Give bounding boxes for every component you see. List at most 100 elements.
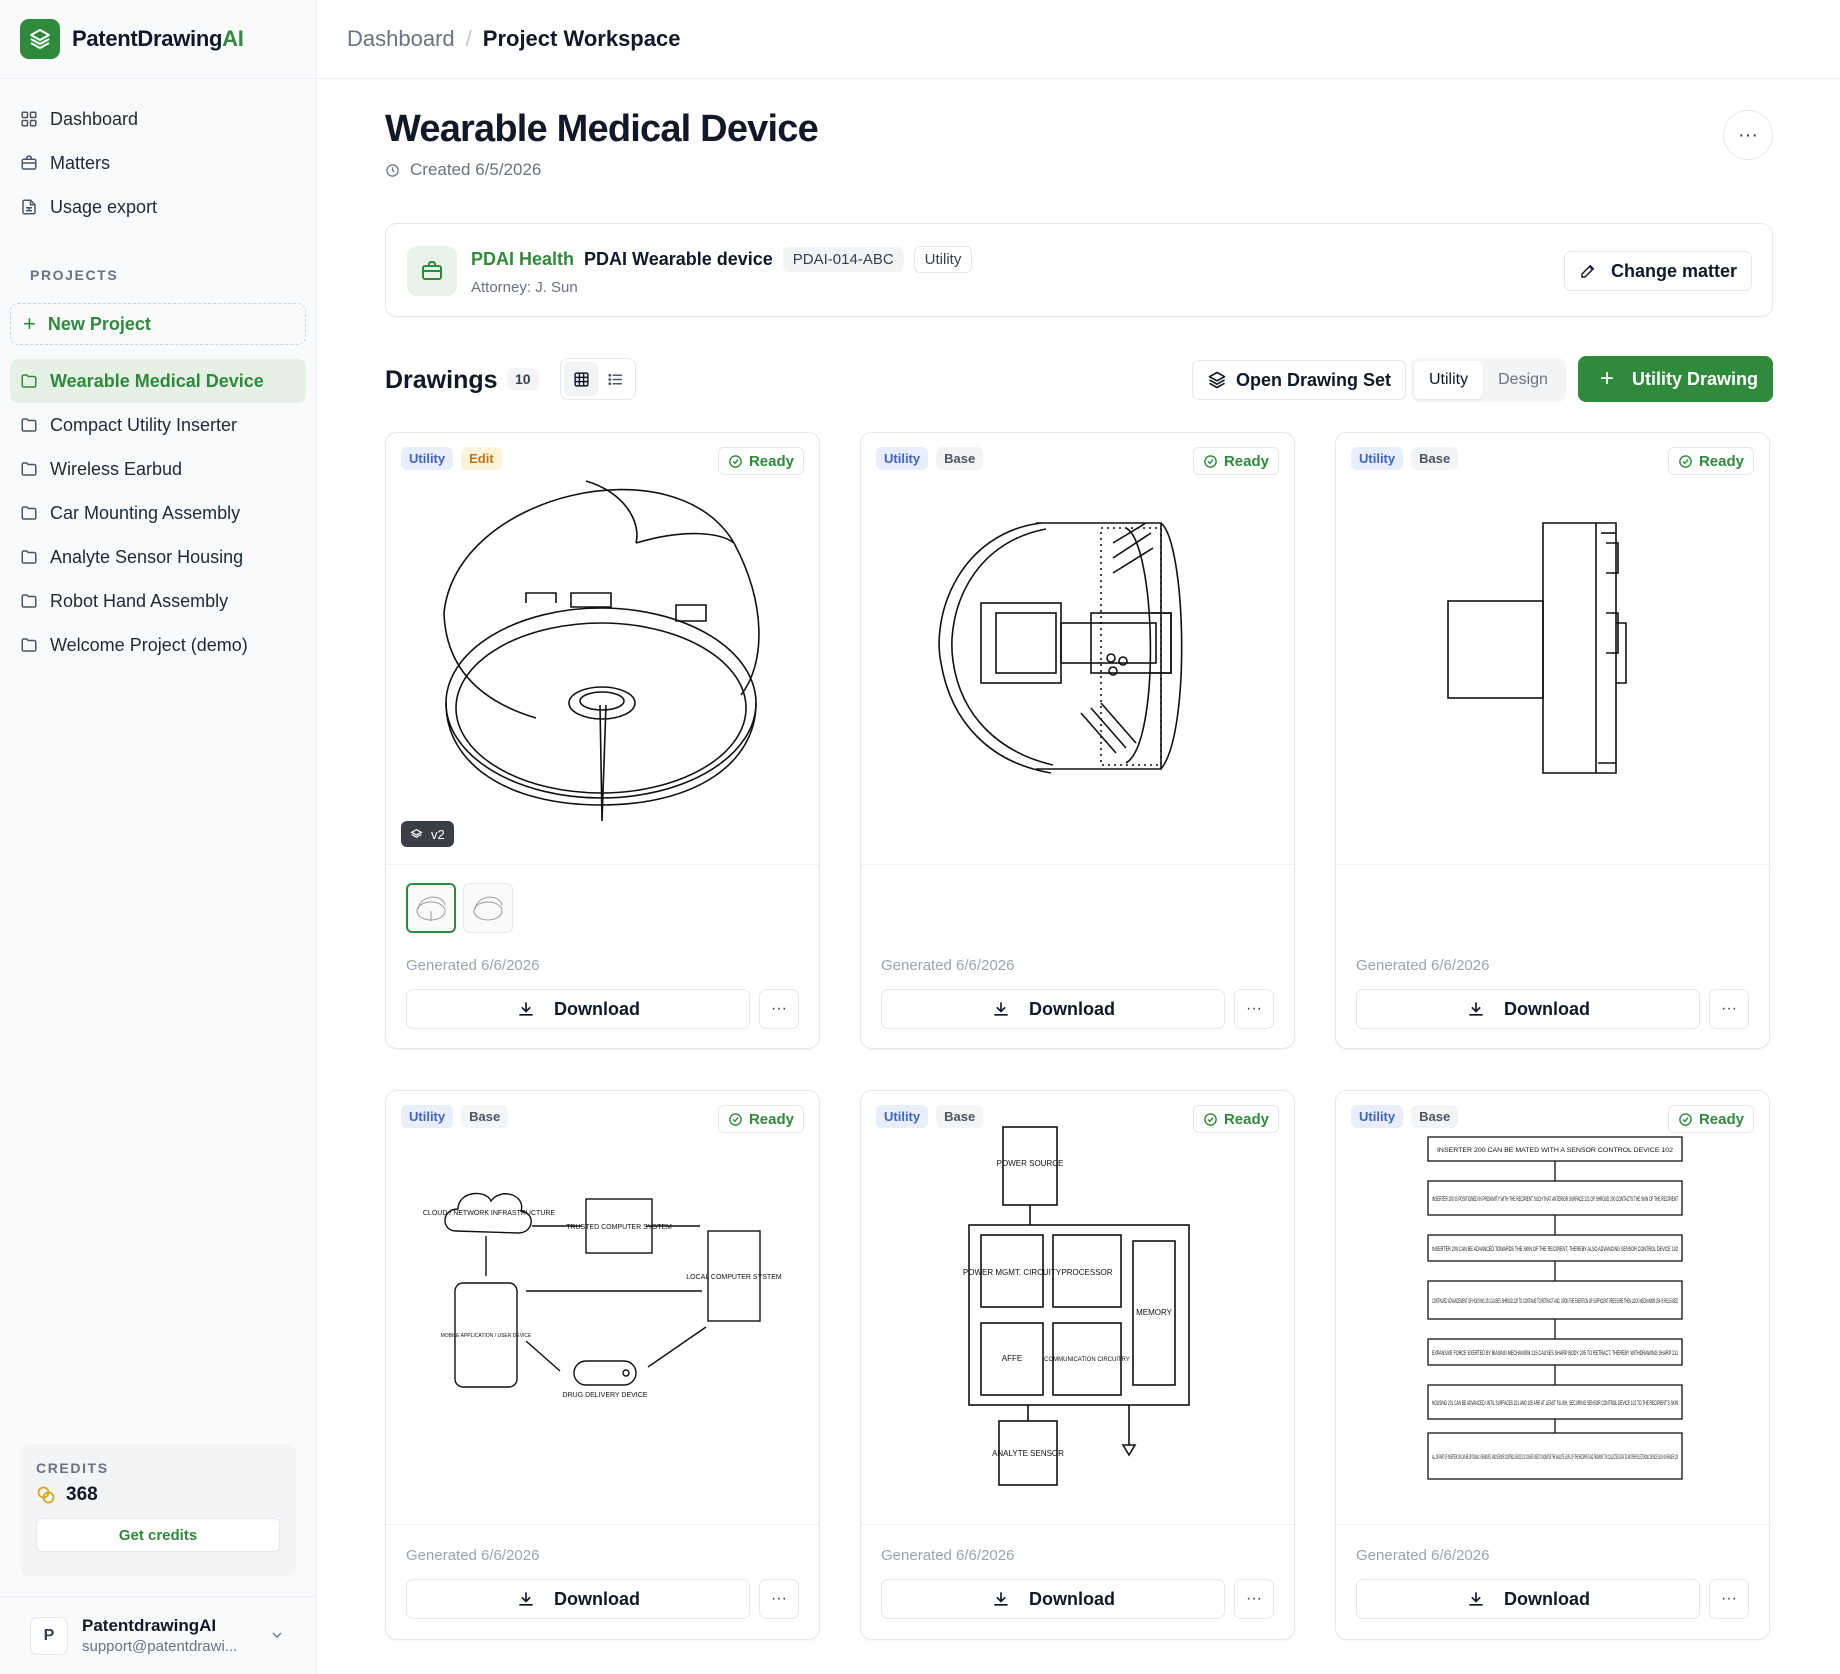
download-button[interactable]: Download	[406, 989, 750, 1029]
status-text: Ready	[749, 453, 794, 470]
page-title: Wearable Medical Device	[385, 108, 818, 151]
drawing-badges: Utility Base	[876, 447, 991, 470]
card-more-button[interactable]: ···	[759, 989, 799, 1029]
flow-step: HOUSING 201 CAN BE ADVANCED UNTIL SURFAC…	[1432, 1401, 1678, 1407]
nav-usage-export[interactable]: Usage export	[0, 185, 316, 229]
drawing-image[interactable]: INSERTER 200 CAN BE MATED WITH A SENSOR …	[1336, 1091, 1769, 1525]
drawing-card[interactable]: Utility Base Ready Generated 6/6/2026 Do…	[1335, 432, 1770, 1049]
download-button[interactable]: Download	[1356, 989, 1700, 1029]
download-button[interactable]: Download	[881, 989, 1225, 1029]
grid-view-icon	[573, 371, 590, 388]
status-text: Ready	[1224, 453, 1269, 470]
project-item-label: Analyte Sensor Housing	[50, 547, 243, 568]
nav-matters[interactable]: Matters	[0, 141, 316, 185]
folder-icon	[20, 548, 38, 566]
ellipsis-icon: ···	[1246, 1590, 1262, 1608]
card-more-button[interactable]: ···	[1234, 989, 1274, 1029]
segment-utility[interactable]: Utility	[1414, 361, 1483, 399]
drawing-image[interactable]: POWER SOURCE POWER MGMT. CIRCUITY PROCES…	[861, 1091, 1294, 1525]
brand[interactable]: PatentDrawingAI	[0, 0, 316, 79]
project-list: Wearable Medical Device Compact Utility …	[0, 359, 316, 667]
project-item[interactable]: Compact Utility Inserter	[10, 403, 306, 447]
ellipsis-icon: ···	[1721, 1590, 1737, 1608]
project-item[interactable]: Wireless Earbud	[10, 447, 306, 491]
matter-name: PDAI Wearable device	[584, 249, 773, 270]
download-button[interactable]: Download	[1356, 1579, 1700, 1619]
grid-view-button[interactable]	[564, 362, 598, 396]
drawing-badges: Utility Edit	[401, 447, 510, 470]
diagram-label: POWER MGMT. CIRCUITY	[963, 1268, 1062, 1277]
download-icon	[1466, 999, 1486, 1019]
download-label: Download	[554, 1589, 640, 1610]
status-badge: Ready	[1668, 447, 1754, 475]
layers-icon	[1207, 370, 1227, 390]
drawing-badges: Utility Base	[401, 1105, 516, 1128]
matter-card: PDAI Health PDAI Wearable device PDAI-01…	[385, 223, 1773, 317]
new-project-button[interactable]: + New Project	[10, 303, 306, 345]
drawing-card[interactable]: Utility Base Ready Generated 6/6/2026 Do…	[860, 432, 1295, 1049]
drawing-image[interactable]: Utility Edit Ready v2	[386, 433, 819, 865]
diagram-label: DRUG DELIVERY DEVICE	[563, 1392, 648, 1399]
version-thumbnail[interactable]	[406, 883, 456, 933]
user-name: PatentdrawingAI	[82, 1616, 237, 1636]
project-item[interactable]: Analyte Sensor Housing	[10, 535, 306, 579]
download-label: Download	[554, 999, 640, 1020]
drawing-card[interactable]: CLOUD / NETWORK INFRASTRUCTURE TRUSTED C…	[385, 1090, 820, 1640]
user-menu[interactable]: P PatentdrawingAI support@patentdrawi...	[0, 1596, 317, 1674]
card-more-button[interactable]: ···	[1709, 989, 1749, 1029]
project-item[interactable]: Robot Hand Assembly	[10, 579, 306, 623]
card-more-button[interactable]: ···	[759, 1579, 799, 1619]
matter-type-badge: Utility	[914, 246, 973, 273]
folder-icon	[20, 636, 38, 654]
segment-design[interactable]: Design	[1483, 361, 1563, 399]
drawing-image[interactable]: CLOUD / NETWORK INFRASTRUCTURE TRUSTED C…	[386, 1091, 819, 1525]
folder-icon	[20, 372, 38, 390]
nav-dashboard[interactable]: Dashboard	[0, 97, 316, 141]
thumbnail-drawing	[469, 889, 507, 927]
flow-step: INSERTER 200 CAN BE MATED WITH A SENSOR …	[1437, 1148, 1674, 1154]
project-item[interactable]: Car Mounting Assembly	[10, 491, 306, 535]
card-more-button[interactable]: ···	[1709, 1579, 1749, 1619]
breadcrumb-separator: /	[466, 26, 472, 52]
credits-value: 368	[36, 1484, 280, 1506]
thumbnail-drawing	[412, 889, 450, 927]
flow-step: CONTINUED ADVANCEMENT OF HOUSING 201 CAU…	[1432, 1299, 1678, 1305]
download-icon	[991, 1589, 1011, 1609]
change-matter-button[interactable]: Change matter	[1564, 251, 1752, 291]
diagram-label: POWER SOURCE	[997, 1159, 1064, 1168]
project-item-label: Compact Utility Inserter	[50, 415, 237, 436]
breadcrumb-dashboard[interactable]: Dashboard	[347, 26, 455, 52]
generated-date: Generated 6/6/2026	[1356, 957, 1489, 974]
version-thumbnail[interactable]	[463, 883, 513, 933]
get-credits-button[interactable]: Get credits	[36, 1518, 280, 1552]
download-button[interactable]: Download	[406, 1579, 750, 1619]
open-drawing-set-button[interactable]: Open Drawing Set	[1192, 360, 1406, 400]
drawing-badges: Utility Base	[876, 1105, 991, 1128]
base-badge: Base	[461, 1105, 508, 1128]
card-more-button[interactable]: ···	[1234, 1579, 1274, 1619]
folder-icon	[20, 460, 38, 478]
diagram-label: ANALYTE SENSOR	[992, 1449, 1064, 1458]
project-more-button[interactable]: ···	[1723, 110, 1773, 160]
flow-step: ALL OR PART OF INSERTER 200 CAN BE OPTIO…	[1432, 1455, 1678, 1461]
drawing-type-segmented: Utility Design	[1411, 358, 1566, 402]
check-circle-icon	[1678, 454, 1693, 469]
main-nav: Dashboard Matters Usage export	[0, 79, 316, 229]
drawing-image[interactable]: Utility Base Ready	[1336, 433, 1769, 865]
drawing-card[interactable]: POWER SOURCE POWER MGMT. CIRCUITY PROCES…	[860, 1090, 1295, 1640]
drawings-count-badge: 10	[507, 368, 539, 390]
list-view-button[interactable]	[598, 362, 632, 396]
drawing-image[interactable]: Utility Base Ready	[861, 433, 1294, 865]
add-utility-drawing-button[interactable]: + Utility Drawing	[1578, 356, 1773, 402]
edit-badge: Edit	[461, 447, 502, 470]
project-item[interactable]: Wearable Medical Device	[10, 359, 306, 403]
drawing-card[interactable]: Utility Edit Ready v2 Generated 6/6/2026…	[385, 432, 820, 1049]
utility-badge: Utility	[876, 447, 928, 470]
status-badge: Ready	[1193, 447, 1279, 475]
download-button[interactable]: Download	[881, 1579, 1225, 1619]
base-badge: Base	[1411, 1105, 1458, 1128]
change-matter-label: Change matter	[1611, 261, 1737, 282]
credits-count: 368	[66, 1484, 98, 1506]
drawing-card[interactable]: INSERTER 200 CAN BE MATED WITH A SENSOR …	[1335, 1090, 1770, 1640]
project-item[interactable]: Welcome Project (demo)	[10, 623, 306, 667]
